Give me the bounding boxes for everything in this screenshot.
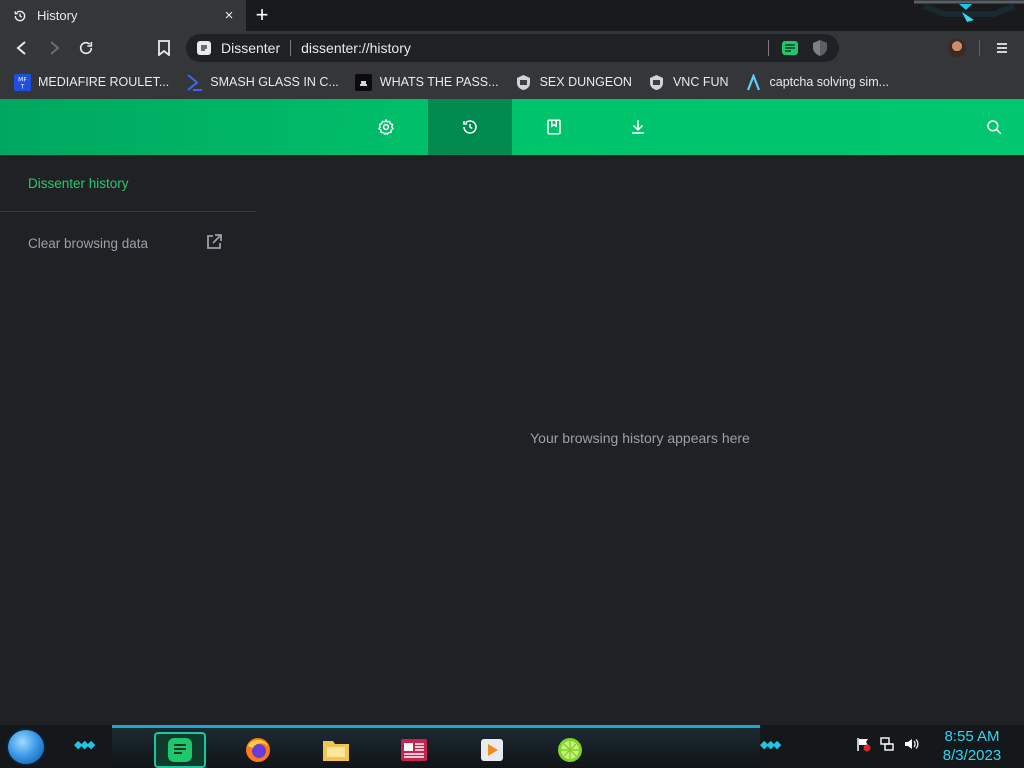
hamburger-menu-icon	[997, 43, 1007, 53]
bookmark-item[interactable]: VNC FUN	[648, 73, 729, 91]
chevron-logo-icon	[185, 73, 203, 91]
volume-icon[interactable]	[903, 736, 919, 752]
address-bar[interactable]: Dissenter dissenter://history	[186, 34, 839, 62]
svg-text:T: T	[19, 83, 24, 90]
new-tab-button[interactable]: +	[251, 2, 273, 27]
shield-icon[interactable]	[811, 39, 829, 57]
skin-decoration-icon	[914, 0, 1024, 22]
decor-chevron-icon: ◆◆◆	[760, 739, 781, 751]
bookmark-item[interactable]: SMASH GLASS IN C...	[185, 73, 339, 91]
tab-strip: History × +	[0, 0, 1024, 31]
bookmark-label: WHATS THE PASS...	[379, 75, 499, 89]
browser-toolbar: Dissenter dissenter://history	[0, 31, 1024, 65]
action-center-flag-icon[interactable]	[855, 736, 871, 752]
taskbar-file-explorer[interactable]	[310, 732, 362, 768]
history-icon	[463, 120, 477, 134]
close-icon[interactable]: ×	[220, 6, 238, 24]
clear-browsing-data-label: Clear browsing data	[28, 235, 149, 251]
taskbar-lime[interactable]	[544, 732, 596, 768]
taskbar: ◆◆◆ ◆◆◆ 8:55 AM 8/3/2023	[0, 725, 1024, 768]
folder-icon	[323, 741, 349, 761]
clock-date: 8/3/2023	[942, 747, 1002, 764]
site-chip-label: Dissenter	[221, 40, 281, 56]
bookmarks-icon	[547, 119, 561, 135]
external-link-icon	[207, 234, 222, 249]
search-button[interactable]	[952, 99, 1024, 155]
taskbar-news[interactable]	[388, 732, 440, 768]
bookmark-label: SEX DUNGEON	[539, 75, 632, 89]
toolbar-divider	[979, 40, 980, 56]
sidebar-divider	[0, 211, 256, 212]
omnibox-divider	[768, 40, 769, 56]
clock-time: 8:55 AM	[944, 728, 1000, 745]
settings-button[interactable]	[344, 99, 428, 155]
bookmark-icon	[158, 40, 170, 56]
reload-button[interactable]	[74, 36, 98, 60]
menu-button[interactable]	[990, 36, 1014, 60]
svg-text:MF: MF	[18, 76, 27, 83]
history-sidebar: Dissenter history Clear browsing data	[0, 155, 256, 725]
network-icon[interactable]	[879, 736, 895, 752]
dissenter-icon	[168, 738, 192, 762]
taskbar-firefox[interactable]	[232, 732, 284, 768]
lime-icon	[558, 738, 582, 762]
taskbar-media-player[interactable]	[466, 732, 518, 768]
forward-button[interactable]	[42, 36, 66, 60]
downloads-button[interactable]	[596, 99, 680, 155]
bookmark-label: captcha solving sim...	[769, 75, 890, 89]
bookmark-item[interactable]: captcha solving sim...	[745, 73, 890, 91]
history-button[interactable]	[428, 99, 512, 155]
play-icon	[481, 739, 503, 761]
gear-icon	[378, 119, 394, 136]
bookmark-item[interactable]: SEX DUNGEON	[515, 73, 632, 91]
mediafire-icon: MF T	[13, 73, 31, 91]
omnibox-separator	[290, 40, 292, 56]
empty-history-message: Your browsing history appears here	[530, 430, 750, 446]
bot-icon	[355, 73, 373, 91]
profile-avatar[interactable]	[948, 39, 966, 57]
dissenter-header	[0, 99, 1024, 155]
dissenter-comment-icon[interactable]	[781, 39, 799, 57]
tab-title: History	[37, 8, 78, 23]
bookmarks-button[interactable]	[512, 99, 596, 155]
start-button[interactable]	[8, 730, 44, 764]
news-icon	[401, 739, 427, 761]
url-text[interactable]: dissenter://history	[301, 40, 411, 56]
back-arrow-icon	[16, 41, 26, 55]
shield-badge-icon	[648, 73, 666, 91]
bookmarks-bar: MF T MEDIAFIRE ROULET... SMASH GLASS IN C…	[0, 65, 1024, 99]
firefox-icon	[246, 738, 270, 762]
omnibox-actions	[768, 39, 829, 57]
bookmark-label: SMASH GLASS IN C...	[210, 75, 339, 89]
site-chip[interactable]: Dissenter	[197, 40, 280, 56]
sidebar-item-history[interactable]: Dissenter history	[28, 176, 129, 191]
taskbar-apps	[112, 725, 760, 768]
clear-browsing-data-link[interactable]: Clear browsing data	[28, 232, 224, 254]
search-icon	[987, 120, 1002, 135]
bookmark-item[interactable]: WHATS THE PASS...	[355, 73, 499, 91]
reload-icon	[79, 41, 93, 55]
back-button[interactable]	[10, 36, 34, 60]
forward-arrow-icon	[50, 41, 60, 55]
decor-chevron-icon: ◆◆◆	[74, 739, 95, 751]
dissenter-logo-icon	[197, 41, 211, 55]
bookmark-item[interactable]: MF T MEDIAFIRE ROULET...	[13, 73, 169, 91]
shield-badge-icon	[515, 73, 533, 91]
bookmark-label: VNC FUN	[672, 75, 729, 89]
bookmark-button[interactable]	[152, 36, 176, 60]
system-tray	[855, 736, 919, 752]
tab-history[interactable]: History ×	[0, 0, 246, 31]
taskbar-dissenter[interactable]	[154, 732, 206, 768]
bookmark-label: MEDIAFIRE ROULET...	[38, 75, 170, 89]
history-icon	[13, 9, 27, 23]
lambda-icon	[745, 73, 763, 91]
download-icon	[632, 120, 644, 134]
system-clock[interactable]: 8:55 AM 8/3/2023	[930, 727, 1014, 765]
